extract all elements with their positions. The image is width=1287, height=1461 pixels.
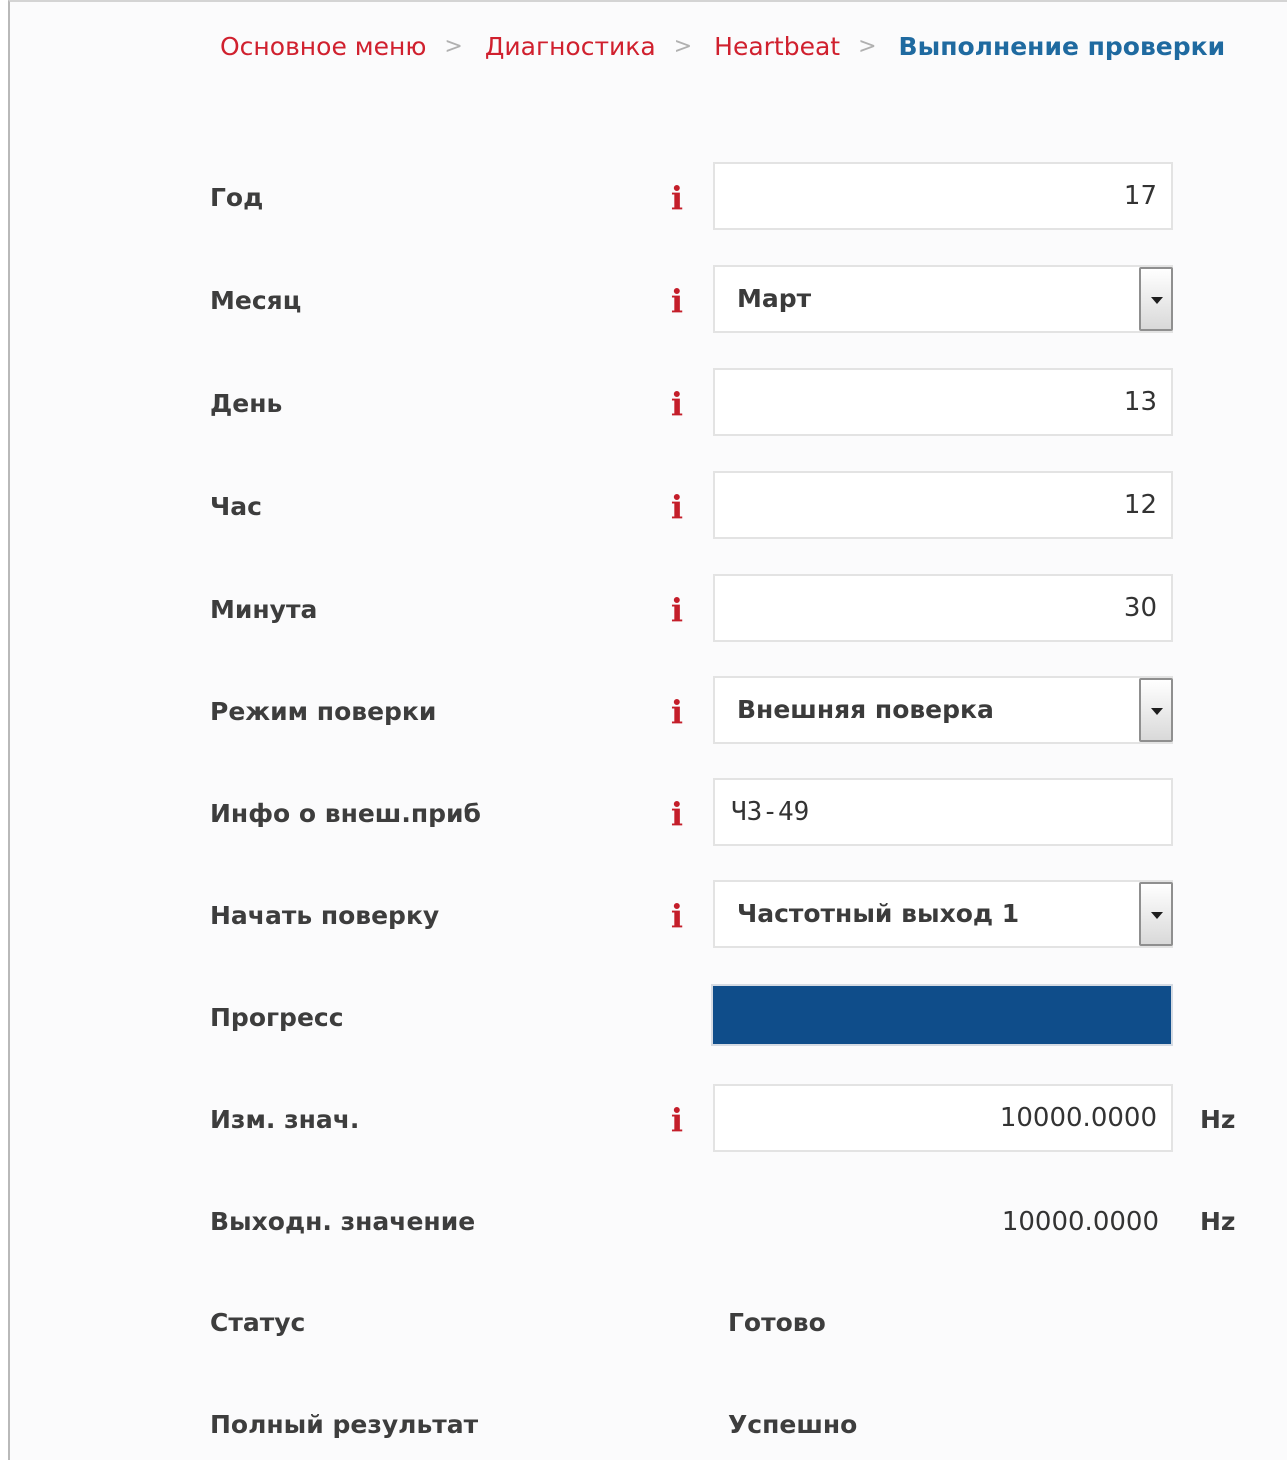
info-icon[interactable]: i <box>662 898 692 934</box>
breadcrumb-diagnostics[interactable]: Диагностика <box>485 32 656 61</box>
start-verification-dropdown-button[interactable] <box>1139 882 1173 946</box>
breadcrumb-main-menu[interactable]: Основное меню <box>220 32 426 61</box>
output-value-unit: Hz <box>1200 1207 1236 1236</box>
progress-row: Прогресс <box>10 982 1287 1054</box>
info-icon[interactable]: i <box>662 180 692 216</box>
verification-mode-row: Режим поверки i Внешняя поверка <box>10 676 1287 748</box>
month-row: Месяц i Март <box>10 265 1287 337</box>
chevron-down-icon <box>1151 297 1163 304</box>
progress-label: Прогресс <box>210 1003 344 1032</box>
day-row: День i 13 <box>10 368 1287 440</box>
info-icon[interactable]: i <box>662 283 692 319</box>
breadcrumb-heartbeat[interactable]: Heartbeat <box>714 32 840 61</box>
start-verification-label: Начать поверку <box>210 901 440 930</box>
day-field[interactable]: 13 <box>713 368 1173 436</box>
year-field[interactable]: 17 <box>713 162 1173 230</box>
chevron-down-icon <box>1151 912 1163 919</box>
chevron-down-icon <box>1151 708 1163 715</box>
hour-row: Час i 12 <box>10 471 1287 543</box>
progress-bar-fill <box>713 986 1171 1044</box>
minute-row: Минута i 30 <box>10 574 1287 646</box>
month-selected-value: Март <box>737 284 812 313</box>
month-label: Месяц <box>210 286 302 315</box>
info-icon[interactable]: i <box>662 796 692 832</box>
start-verification-row: Начать поверку i Частотный выход 1 <box>10 880 1287 952</box>
minute-label: Минута <box>210 595 318 624</box>
external-device-info-field[interactable]: Ч3-49 <box>713 778 1173 846</box>
breadcrumb-current-page: Выполнение проверки <box>898 31 1226 61</box>
status-label: Статус <box>210 1308 306 1337</box>
breadcrumb-separator: > <box>444 33 463 59</box>
external-device-info-label: Инфо о внеш.приб <box>210 799 481 828</box>
measured-value-label: Изм. знач. <box>210 1105 360 1134</box>
start-verification-selected-value: Частотный выход 1 <box>737 899 1020 928</box>
measured-value-row: Изм. знач. i 10000.0000 Hz <box>10 1084 1287 1156</box>
breadcrumb-separator: > <box>673 33 693 59</box>
output-value-row: Выходн. значение 10000.0000 Hz <box>10 1186 1287 1258</box>
verification-mode-select[interactable]: Внешняя поверка <box>713 676 1173 744</box>
hour-label: Час <box>210 492 262 521</box>
minute-field[interactable]: 30 <box>713 574 1173 642</box>
month-select[interactable]: Март <box>713 265 1173 333</box>
status-value: Готово <box>728 1308 826 1337</box>
output-value-label: Выходн. значение <box>210 1207 476 1236</box>
hour-field[interactable]: 12 <box>713 471 1173 539</box>
overall-result-row: Полный результат Успешно <box>10 1389 1287 1461</box>
info-icon[interactable]: i <box>662 592 692 628</box>
month-dropdown-button[interactable] <box>1139 267 1173 331</box>
breadcrumb-separator: > <box>858 33 877 59</box>
verification-mode-selected-value: Внешняя поверка <box>737 695 994 724</box>
overall-result-value: Успешно <box>728 1410 858 1439</box>
info-icon[interactable]: i <box>662 1102 692 1138</box>
verification-panel: Основное меню > Диагностика > Heartbeat … <box>8 0 1287 1460</box>
info-icon[interactable]: i <box>662 694 692 730</box>
measured-value-unit: Hz <box>1200 1105 1236 1134</box>
info-icon[interactable]: i <box>662 489 692 525</box>
breadcrumb: Основное меню > Диагностика > Heartbeat … <box>220 28 1225 64</box>
external-device-info-row: Инфо о внеш.приб i Ч3-49 <box>10 778 1287 850</box>
verification-mode-dropdown-button[interactable] <box>1139 678 1173 742</box>
output-value-readout: 10000.0000 <box>1001 1207 1159 1237</box>
status-row: Статус Готово <box>10 1287 1287 1359</box>
measured-value-field[interactable]: 10000.0000 <box>713 1084 1173 1152</box>
day-label: День <box>210 389 283 418</box>
info-icon[interactable]: i <box>662 386 692 422</box>
overall-result-label: Полный результат <box>210 1410 479 1439</box>
progress-bar <box>711 984 1173 1046</box>
year-row: Год i 17 <box>10 162 1287 234</box>
start-verification-select[interactable]: Частотный выход 1 <box>713 880 1173 948</box>
verification-mode-label: Режим поверки <box>210 697 437 726</box>
year-label: Год <box>210 183 264 212</box>
